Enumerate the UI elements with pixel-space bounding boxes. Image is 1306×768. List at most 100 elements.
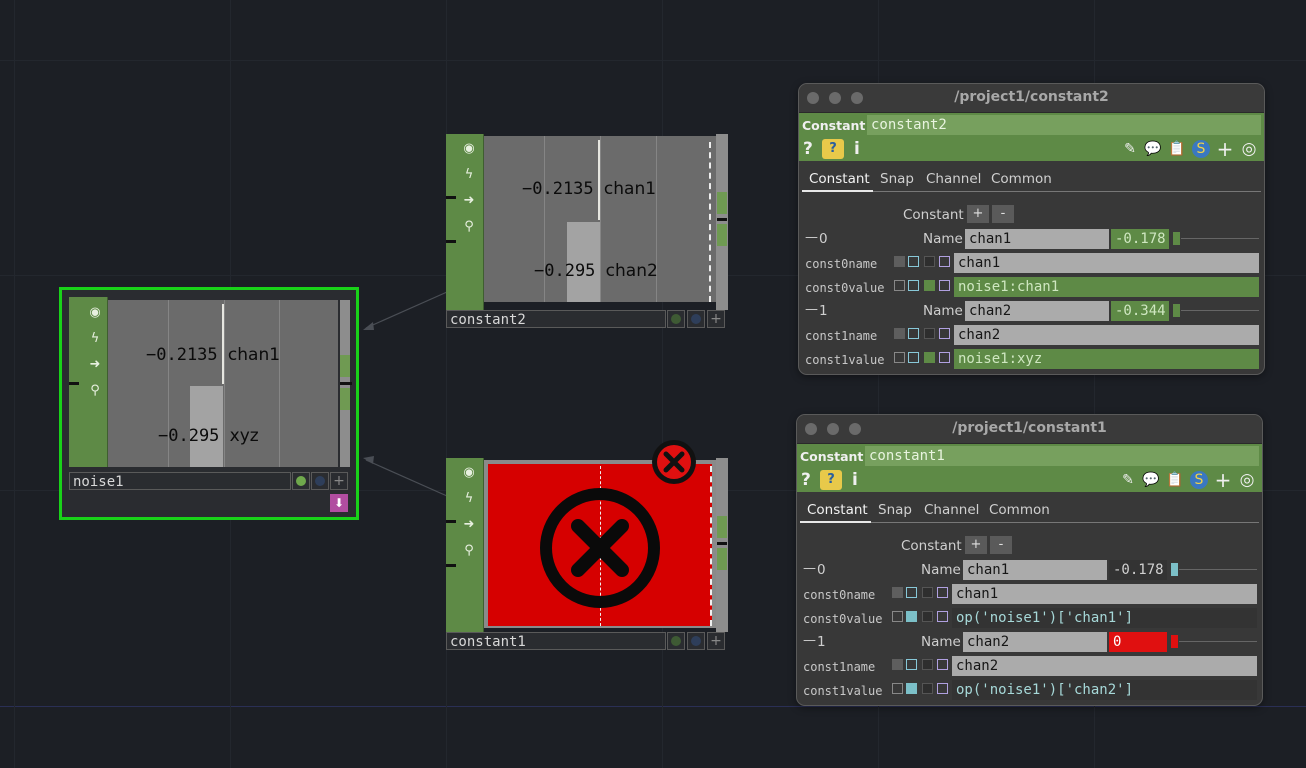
input-connector[interactable] <box>446 196 456 199</box>
mode-icon[interactable] <box>939 280 950 291</box>
help-icon[interactable]: ? <box>803 139 813 159</box>
mode-icon[interactable] <box>892 683 903 694</box>
plus-flag[interactable]: + <box>707 632 725 650</box>
mode-icon[interactable] <box>939 328 950 339</box>
add-block-button[interactable]: + <box>965 536 987 554</box>
mode-icon[interactable] <box>908 256 919 267</box>
value-slider[interactable] <box>1179 569 1257 570</box>
op-name-field[interactable]: constant1 <box>865 446 1259 466</box>
mode-icon[interactable] <box>922 611 933 622</box>
panel-titlebar[interactable]: /project1/constant1 <box>797 415 1262 444</box>
export-arrow-icon[interactable]: ➜ <box>458 514 480 536</box>
tab-channel[interactable]: Channel <box>926 171 981 187</box>
input-connector[interactable] <box>446 520 456 523</box>
name-field[interactable]: chan2 <box>965 301 1109 321</box>
render-flag[interactable] <box>687 310 705 328</box>
value-slider[interactable] <box>1179 641 1257 642</box>
param-field[interactable]: chan2 <box>954 325 1259 345</box>
render-flag[interactable] <box>311 472 329 490</box>
mode-icon[interactable] <box>892 587 903 598</box>
cook-icon[interactable]: ϟ <box>458 488 480 510</box>
add-block-button[interactable]: + <box>967 205 989 223</box>
mode-icon[interactable] <box>939 352 950 363</box>
mode-icon[interactable] <box>906 683 917 694</box>
pencil-icon[interactable]: ✎ <box>1119 471 1137 489</box>
panel-titlebar[interactable]: /project1/constant2 <box>799 84 1264 113</box>
constant2-node[interactable]: ◉ ϟ ➜ ⚲ −0.2135 chan1 −0.295 chan2 const… <box>446 134 728 330</box>
info-icon[interactable]: i <box>854 139 860 159</box>
noise1-node[interactable]: ◉ ϟ ➜ ⚲ −0.2135 chan1 −0.295 xyz noise1 … <box>59 287 359 520</box>
name-field[interactable]: chan1 <box>963 560 1107 580</box>
input-connector[interactable] <box>446 564 456 567</box>
name-field[interactable]: chan1 <box>965 229 1109 249</box>
target-icon[interactable]: ◎ <box>1240 140 1258 158</box>
comment-icon[interactable]: 💬 <box>1144 140 1162 158</box>
collapse-icon[interactable]: — <box>803 633 816 648</box>
tab-common[interactable]: Common <box>991 171 1052 187</box>
param-field[interactable]: chan2 <box>952 656 1257 676</box>
collapse-icon[interactable]: — <box>805 230 818 245</box>
mode-icon[interactable] <box>906 587 917 598</box>
remove-block-button[interactable]: - <box>992 205 1014 223</box>
tab-common[interactable]: Common <box>989 502 1050 518</box>
node-name[interactable]: constant1 <box>446 632 666 650</box>
export-arrow-icon[interactable]: ➜ <box>458 190 480 212</box>
viewer-toggle-icon[interactable]: ◉ <box>84 302 106 324</box>
mode-icon[interactable] <box>922 683 933 694</box>
python-help-icon[interactable]: ? <box>820 470 842 490</box>
plus-icon[interactable]: + <box>1216 139 1234 159</box>
value-slider-knob[interactable] <box>1173 232 1180 245</box>
mode-icon[interactable] <box>922 659 933 670</box>
comment-icon[interactable]: 💬 <box>1142 471 1160 489</box>
collapse-icon[interactable]: — <box>805 302 818 317</box>
value-field[interactable]: -0.178 <box>1109 560 1167 580</box>
value-slider-knob[interactable] <box>1171 635 1178 648</box>
node-name[interactable]: constant2 <box>446 310 666 328</box>
mode-icon[interactable] <box>908 352 919 363</box>
display-flag[interactable] <box>667 632 685 650</box>
export-arrow-icon[interactable]: ➜ <box>84 354 106 376</box>
param-field[interactable]: chan1 <box>954 253 1259 273</box>
mode-icon[interactable] <box>922 587 933 598</box>
node-name[interactable]: noise1 <box>69 472 291 490</box>
mode-icon[interactable] <box>894 352 905 363</box>
tab-snap[interactable]: Snap <box>878 502 912 518</box>
python-icon[interactable]: S <box>1190 471 1208 489</box>
name-field[interactable]: chan2 <box>963 632 1107 652</box>
tab-snap[interactable]: Snap <box>880 171 914 187</box>
input-connector[interactable] <box>446 240 456 243</box>
help-icon[interactable]: ? <box>801 470 811 490</box>
collapse-icon[interactable]: — <box>803 561 816 576</box>
cook-icon[interactable]: ϟ <box>84 328 106 350</box>
mode-icon[interactable] <box>908 280 919 291</box>
param-panel-constant1[interactable]: /project1/constant1 Constant constant1 ?… <box>796 414 1263 706</box>
mode-icon[interactable] <box>937 587 948 598</box>
mode-icon[interactable] <box>894 328 905 339</box>
param-field[interactable]: op('noise1')['chan1'] <box>952 608 1257 628</box>
info-icon[interactable]: i <box>852 470 858 490</box>
mode-icon[interactable] <box>894 280 905 291</box>
mode-icon[interactable] <box>906 659 917 670</box>
param-field[interactable]: noise1:chan1 <box>954 277 1259 297</box>
param-field[interactable]: noise1:xyz <box>954 349 1259 369</box>
param-panel-constant2[interactable]: /project1/constant2 Constant constant2 ?… <box>798 83 1265 375</box>
display-flag[interactable] <box>667 310 685 328</box>
op-name-field[interactable]: constant2 <box>867 115 1261 135</box>
value-field[interactable]: -0.178 <box>1111 229 1169 249</box>
mode-icon[interactable] <box>894 256 905 267</box>
viewer-toggle-icon[interactable]: ◉ <box>458 462 480 484</box>
target-icon[interactable]: ◎ <box>1238 471 1256 489</box>
mode-icon[interactable] <box>939 256 950 267</box>
param-field[interactable]: op('noise1')['chan2'] <box>952 680 1257 700</box>
value-slider[interactable] <box>1181 310 1259 311</box>
error-badge-icon[interactable] <box>650 438 698 486</box>
value-slider[interactable] <box>1181 238 1259 239</box>
mode-icon[interactable] <box>908 328 919 339</box>
value-field-error[interactable]: 0 <box>1109 632 1167 652</box>
mode-icon[interactable] <box>924 352 935 363</box>
mode-icon[interactable] <box>937 683 948 694</box>
plus-icon[interactable]: + <box>1214 470 1232 490</box>
cook-icon[interactable]: ϟ <box>458 164 480 186</box>
lock-icon[interactable]: ⚲ <box>458 216 480 238</box>
mode-icon[interactable] <box>937 659 948 670</box>
